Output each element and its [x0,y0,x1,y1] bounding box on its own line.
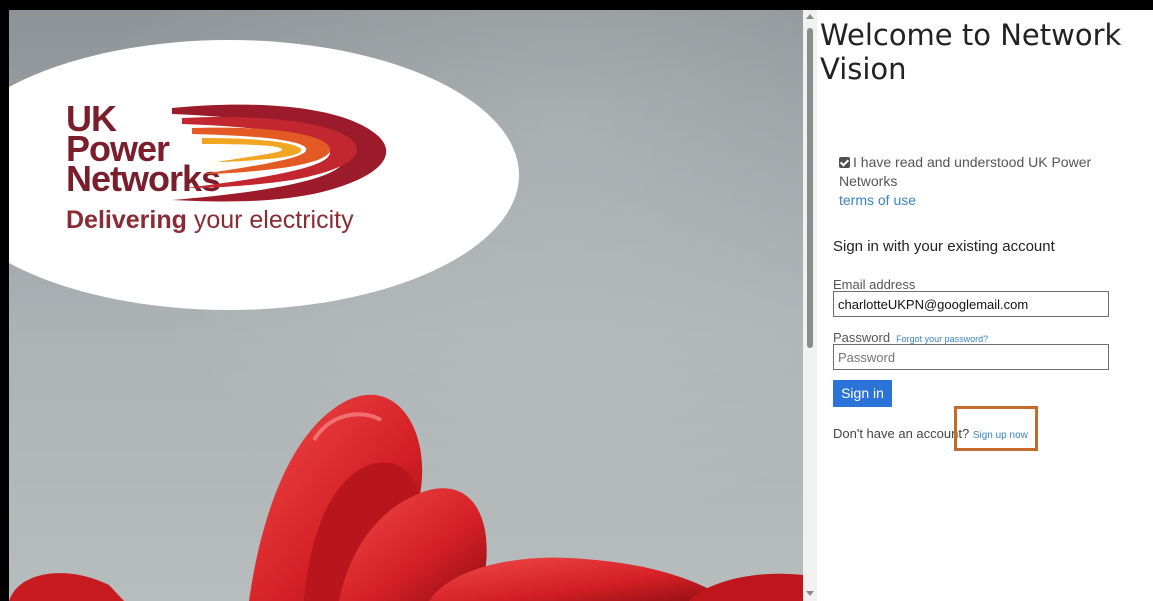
email-field[interactable] [833,291,1109,317]
page-title: Welcome to Network Vision [820,18,1122,86]
scrollbar-thumb[interactable] [807,28,813,348]
signin-panel: Welcome to Network Vision I have read an… [817,10,1153,601]
email-label: Email address [833,277,916,292]
logo-tagline: Delivering your electricity [66,206,354,235]
forgot-password-link[interactable]: Forgot your password? [896,334,988,344]
scroll-up-arrow-icon[interactable] [806,14,814,19]
terms-checkbox[interactable] [839,157,850,168]
password-field[interactable] [833,344,1109,370]
terms-text: I have read and understood UK Power Netw… [839,154,1092,189]
terms-of-use-link[interactable]: terms of use [839,192,916,208]
logo-swoosh-icon [172,104,387,202]
signup-prompt: Don't have an account? [833,426,970,441]
signup-highlight-box [954,406,1038,451]
scroll-down-arrow-icon[interactable] [806,591,814,596]
background-image [9,10,803,601]
password-label: Password [833,330,891,345]
logo-tagline-rest: your electricity [186,206,354,234]
logo-tagline-bold: Delivering [66,206,187,234]
password-label-row: Password Forgot your password? [833,330,988,345]
terms-agreement: I have read and understood UK Power Netw… [839,153,1149,210]
vertical-scrollbar[interactable] [803,10,817,601]
sign-in-button[interactable]: Sign in [833,380,892,407]
signin-heading: Sign in with your existing account [833,238,1055,255]
